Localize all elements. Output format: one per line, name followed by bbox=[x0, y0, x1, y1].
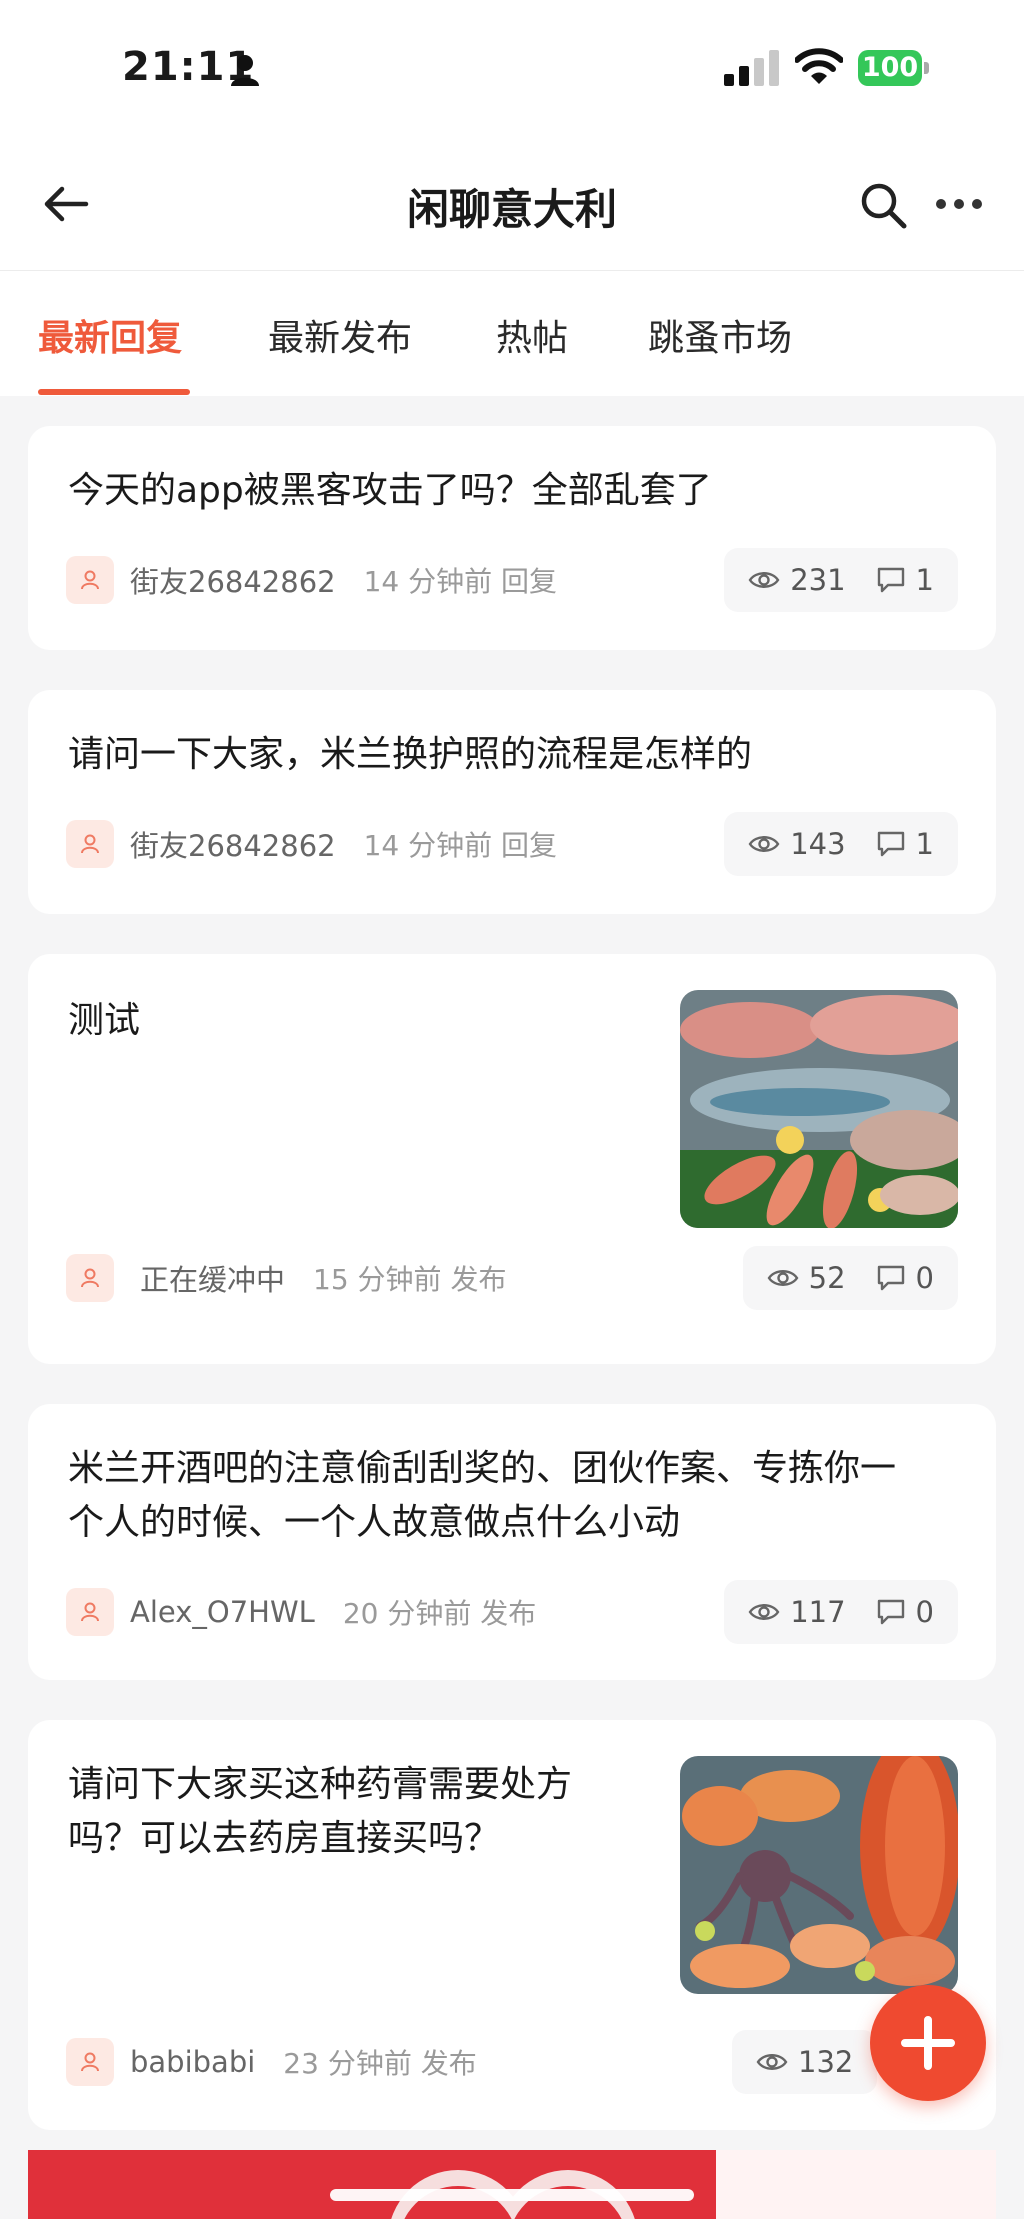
comment-icon bbox=[877, 831, 904, 857]
eye-icon bbox=[756, 2054, 788, 2070]
comment-count: 0 bbox=[915, 1261, 934, 1295]
comment-icon bbox=[877, 567, 904, 593]
post-card[interactable]: 请问一下大家，米兰换护照的流程是怎样的 街友26842862 14 分钟前 回复… bbox=[28, 690, 996, 914]
post-time: 14 分钟前 回复 bbox=[363, 829, 558, 862]
comment-icon bbox=[877, 1599, 904, 1625]
post-card[interactable]: 今天的app被黑客攻击了吗？全部乱套了 街友26842862 14 分钟前 回复… bbox=[28, 426, 996, 650]
post-author[interactable]: babibabi bbox=[130, 2045, 255, 2079]
post-title[interactable]: 米兰开酒吧的注意偷刮刮奖的、团伙作案、专拣你一 个人的时候、一个人故意做点什么小… bbox=[68, 1442, 968, 1550]
fish-photo[interactable] bbox=[680, 990, 958, 1228]
user-icon[interactable] bbox=[66, 556, 114, 604]
post-card[interactable]: 测试 正在缓冲中 15 分钟前 发布 52 0 bbox=[28, 954, 996, 1364]
tab-latest-posts[interactable]: 最新发布 bbox=[268, 309, 412, 361]
post-title-line: 请问下大家买这种药膏需要处方 bbox=[68, 1764, 573, 1805]
search-icon[interactable] bbox=[858, 180, 908, 230]
post-author[interactable]: 街友26842862 bbox=[130, 559, 336, 601]
view-count: 143 bbox=[790, 827, 846, 861]
new-post-button[interactable] bbox=[870, 1985, 986, 2101]
post-stats: 52 0 bbox=[742, 1246, 958, 1310]
battery-cap bbox=[924, 62, 929, 74]
post-title[interactable]: 请问一下大家，米兰换护照的流程是怎样的 bbox=[68, 728, 752, 782]
post-author[interactable]: Alex_O7HWL bbox=[130, 1595, 315, 1629]
comment-count: 1 bbox=[915, 563, 934, 597]
post-time: 15 分钟前 发布 bbox=[313, 1263, 507, 1296]
post-meta: Alex_O7HWL 20 分钟前 发布 bbox=[66, 1588, 536, 1636]
view-count: 231 bbox=[790, 563, 846, 597]
post-time: 23 分钟前 发布 bbox=[283, 2047, 477, 2080]
active-tab-underline bbox=[38, 389, 190, 395]
wifi-icon bbox=[795, 48, 843, 84]
user-icon[interactable] bbox=[66, 2038, 114, 2086]
post-time: 20 分钟前 发布 bbox=[342, 1597, 537, 1630]
post-card[interactable]: 请问下大家买这种药膏需要处方 吗？可以去药房直接买吗？ babibabi 23 … bbox=[28, 1720, 996, 2130]
more-icon[interactable] bbox=[934, 196, 984, 212]
comment-count: 0 bbox=[915, 1595, 934, 1629]
eye-icon bbox=[748, 572, 780, 588]
post-time: 14 分钟前 回复 bbox=[363, 565, 558, 598]
post-title-line: 米兰开酒吧的注意偷刮刮奖的、团伙作案、专拣你一 bbox=[68, 1448, 897, 1489]
plus-icon bbox=[901, 2016, 955, 2070]
banner-right-panel bbox=[716, 2150, 996, 2219]
user-icon[interactable] bbox=[66, 1254, 114, 1302]
user-icon[interactable] bbox=[66, 1588, 114, 1636]
post-title[interactable]: 请问下大家买这种药膏需要处方 吗？可以去药房直接买吗？ bbox=[68, 1758, 648, 1866]
eye-icon bbox=[748, 1604, 780, 1620]
post-title-line: 吗？可以去药房直接买吗？ bbox=[68, 1818, 501, 1859]
comment-count: 1 bbox=[915, 827, 934, 861]
status-bar: 21:11 100 bbox=[0, 0, 1024, 140]
post-meta: babibabi 23 分钟前 发布 bbox=[66, 2038, 477, 2086]
view-count: 132 bbox=[798, 2045, 854, 2079]
post-title-line: 个人的时候、一个人故意做点什么小动 bbox=[68, 1502, 681, 1543]
post-title[interactable]: 测试 bbox=[68, 994, 140, 1048]
eye-icon bbox=[767, 1270, 799, 1286]
home-indicator bbox=[330, 2189, 694, 2201]
post-meta: 正在缓冲中 15 分钟前 发布 bbox=[66, 1254, 506, 1302]
person-icon bbox=[231, 55, 259, 86]
eye-icon bbox=[748, 836, 780, 852]
post-meta: 街友26842862 14 分钟前 回复 bbox=[66, 820, 557, 868]
user-icon[interactable] bbox=[66, 820, 114, 868]
post-stats: 117 0 bbox=[724, 1580, 958, 1644]
battery-level: 100 bbox=[858, 50, 922, 86]
post-author[interactable]: 街友26842862 bbox=[130, 823, 336, 865]
signal-icon bbox=[724, 50, 779, 86]
post-title[interactable]: 今天的app被黑客攻击了吗？全部乱套了 bbox=[68, 464, 712, 518]
post-stats: 132 bbox=[732, 2030, 878, 2094]
post-stats: 231 1 bbox=[724, 548, 958, 612]
promo-banner[interactable] bbox=[28, 2150, 996, 2219]
tab-flea-market[interactable]: 跳蚤市场 bbox=[648, 309, 792, 361]
comment-icon bbox=[877, 1265, 904, 1291]
seafood-photo[interactable] bbox=[680, 1756, 958, 1994]
tab-latest-replies[interactable]: 最新回复 bbox=[38, 309, 182, 361]
post-stats: 143 1 bbox=[724, 812, 958, 876]
tab-bar: 最新回复 最新发布 热帖 跳蚤市场 bbox=[0, 271, 1024, 396]
view-count: 52 bbox=[808, 1261, 846, 1295]
tab-hot-posts[interactable]: 热帖 bbox=[496, 309, 568, 361]
post-meta: 街友26842862 14 分钟前 回复 bbox=[66, 556, 557, 604]
post-card[interactable]: 米兰开酒吧的注意偷刮刮奖的、团伙作案、专拣你一 个人的时候、一个人故意做点什么小… bbox=[28, 1404, 996, 1680]
post-author[interactable]: 正在缓冲中 bbox=[140, 1257, 285, 1299]
view-count: 117 bbox=[790, 1595, 846, 1629]
battery-indicator: 100 bbox=[858, 50, 930, 86]
app-header: 闲聊意大利 bbox=[0, 140, 1024, 271]
